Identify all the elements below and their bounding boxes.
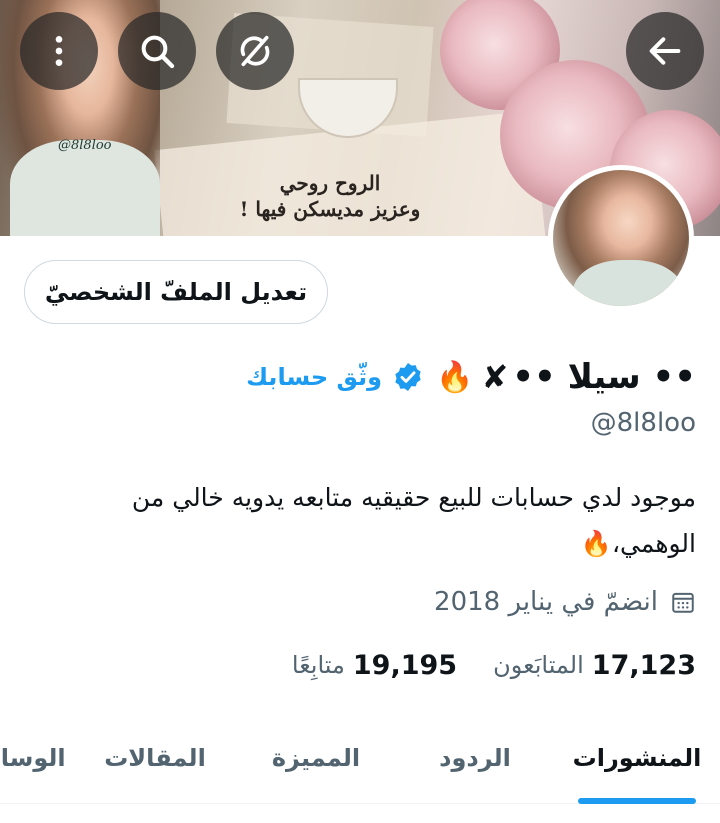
following-stat[interactable]: 17,123 المتابَعون: [493, 650, 696, 681]
joined-date-row: انضمّ في يناير 2018: [434, 582, 696, 622]
tab-label: المنشورات: [572, 744, 702, 772]
arrow-left-icon: [649, 37, 681, 65]
bio-line: موجود لدي حسابات للبيع حقيقيه متابعه يدو…: [131, 483, 696, 512]
tab-label: المقالات: [104, 744, 206, 772]
get-verified-link[interactable]: وثّق حسابك: [246, 363, 382, 391]
search-icon: [141, 35, 175, 69]
tab-articles[interactable]: المقالات: [104, 712, 206, 804]
following-label: المتابَعون: [493, 651, 584, 679]
followers-label: متابِعًا: [291, 651, 345, 679]
bio-line: الوهمي،🔥: [580, 529, 696, 558]
joined-date: انضمّ في يناير 2018: [434, 587, 658, 617]
tab-posts[interactable]: المنشورات: [573, 712, 701, 804]
sync-button[interactable]: [216, 12, 294, 90]
calendar-icon: [672, 592, 694, 613]
tab-label: المميزة: [271, 744, 361, 772]
sync-off-icon: [240, 35, 270, 67]
tab-replies[interactable]: الردود: [438, 712, 512, 804]
banner-watermark: @8l8loo: [58, 138, 112, 153]
profile-bio: موجود لدي حسابات للبيع حقيقيه متابعه يدو…: [96, 475, 696, 567]
profile-tabs: المنشورات الردود المميزة المقالات الوسائ…: [0, 712, 720, 804]
back-button[interactable]: [626, 12, 704, 90]
tab-media[interactable]: الوسائط: [0, 712, 66, 804]
banner-calligraphy: الروح روحي وعزيز مديسكن فيها !: [230, 170, 430, 222]
active-tab-indicator: [578, 798, 696, 804]
fire-icon: 🔥: [436, 359, 474, 395]
search-button[interactable]: [118, 12, 196, 90]
user-handle: @8l8loo: [590, 408, 696, 438]
cross-mark-icon: ✘: [481, 358, 509, 396]
followers-count: 19,195: [352, 649, 458, 681]
more-vertical-icon: [55, 36, 63, 66]
tab-highlights[interactable]: المميزة: [272, 712, 360, 804]
profile-avatar[interactable]: [548, 165, 694, 311]
display-name: •• سيلا ••: [512, 357, 696, 397]
more-options-button[interactable]: [20, 12, 98, 90]
edit-profile-button[interactable]: تعديل الملفّ الشخصيّ: [24, 260, 328, 324]
following-count: 17,123: [591, 649, 696, 681]
calligraphy-line: الروح روحي: [279, 171, 381, 195]
verified-badge-icon[interactable]: [392, 361, 424, 393]
avatar-shirt: [573, 260, 683, 306]
calligraphy-line: وعزيز مديسكن فيها !: [239, 197, 421, 221]
tab-label: الردود: [439, 744, 511, 772]
name-row: •• سيلا •• ✘ 🔥 وثّق حسابك: [246, 352, 696, 402]
followers-stat[interactable]: 19,195 متابِعًا: [292, 650, 457, 681]
banner-portrait-shirt: [10, 140, 160, 236]
follow-stats: 17,123 المتابَعون 19,195 متابِعًا: [292, 645, 696, 685]
tab-label: الوسائط: [0, 744, 66, 772]
